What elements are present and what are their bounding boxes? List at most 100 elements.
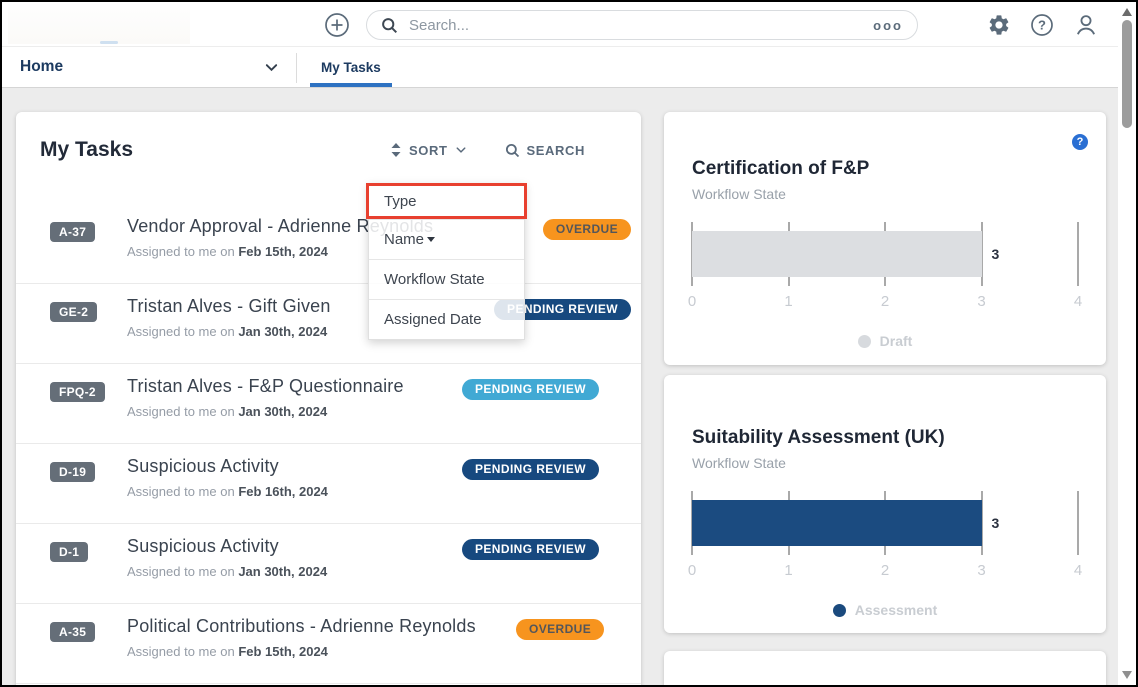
task-list: A-37 Vendor Approval - Adrienne Reynolds… (16, 204, 641, 684)
chart-legend: Assessment (664, 602, 1106, 618)
assigned-date: Feb 16th, 2024 (238, 484, 328, 499)
chart-plot: 3 (692, 491, 1078, 555)
scroll-down-arrow-icon[interactable] (1122, 671, 1132, 679)
bar-chart: 301234Draft (664, 222, 1106, 349)
home-menu[interactable]: Home (2, 47, 296, 87)
panel-controls: SORT SEARCH (384, 141, 591, 159)
task-assigned-line: Assigned to me on Jan 30th, 2024 (127, 404, 404, 419)
search-tasks-button[interactable]: SEARCH (499, 142, 592, 159)
navbar: Home My Tasks (2, 47, 1118, 88)
legend-dot (858, 335, 871, 348)
axis-tick (1077, 222, 1079, 286)
task-assigned-line: Assigned to me on Jan 30th, 2024 (127, 564, 327, 579)
task-assigned-line: Assigned to me on Jan 30th, 2024 (127, 324, 331, 339)
task-row[interactable]: A-35 Political Contributions - Adrienne … (16, 604, 641, 684)
task-row[interactable]: D-1 Suspicious Activity Assigned to me o… (16, 524, 641, 604)
task-row[interactable]: FPQ-2 Tristan Alves - F&P Questionnaire … (16, 364, 641, 444)
sort-menu-item-assigned-date[interactable]: Assigned Date (369, 299, 524, 339)
menu-item-label: Name (384, 231, 424, 248)
assigned-date: Feb 15th, 2024 (238, 644, 328, 659)
axis-tick-label: 3 (977, 293, 985, 310)
task-main: Tristan Alves - F&P Questionnaire Assign… (127, 376, 404, 419)
scroll-up-arrow-icon[interactable] (1122, 8, 1132, 16)
chevron-down-icon (455, 144, 467, 156)
status-badge: OVERDUE (516, 619, 604, 640)
help-badge-icon[interactable]: ? (1072, 134, 1088, 150)
task-title[interactable]: Suspicious Activity (127, 456, 328, 477)
sort-menu-item-workflow-state[interactable]: Workflow State (369, 259, 524, 299)
tab-label: My Tasks (321, 60, 381, 75)
scrollbar-thumb[interactable] (1122, 20, 1132, 128)
panel-header: My Tasks SORT SEARCH (16, 112, 641, 162)
bar-value-label: 3 (992, 515, 1000, 531)
status-badge: PENDING REVIEW (462, 539, 599, 560)
task-id-badge: A-35 (50, 622, 95, 642)
axis-tick-label: 2 (881, 562, 889, 579)
chart-title: Certification of F&P (692, 158, 1078, 180)
menu-item-label: Type (384, 193, 417, 210)
chart-card-certification: ? Certification of F&P Workflow State 30… (664, 112, 1106, 365)
sort-menu-item-name[interactable]: Name (369, 219, 524, 259)
sort-arrows-icon (390, 142, 402, 158)
axis-tick (1077, 491, 1079, 555)
sort-menu-item-type[interactable]: Type (366, 183, 527, 219)
legend-item-assessment[interactable]: Assessment (833, 602, 938, 618)
task-row[interactable]: GE-2 Tristan Alves - Gift Given Assigned… (16, 284, 641, 364)
sort-menu: Type Name Workflow StateAssigned Date (368, 183, 525, 340)
task-main: Suspicious Activity Assigned to me on Fe… (127, 456, 328, 499)
assigned-date: Jan 30th, 2024 (238, 324, 327, 339)
status-badge: PENDING REVIEW (462, 459, 599, 480)
assigned-date: Feb 15th, 2024 (238, 244, 328, 259)
search-input[interactable] (407, 16, 873, 35)
panel-title: My Tasks (40, 138, 133, 162)
nav-divider (296, 53, 297, 83)
search-icon (505, 143, 520, 158)
bar-assessment[interactable] (692, 500, 982, 546)
topbar: ooo ? (2, 2, 1118, 47)
bar-draft[interactable] (692, 231, 982, 277)
task-assigned-line: Assigned to me on Feb 16th, 2024 (127, 484, 328, 499)
legend-item-draft[interactable]: Draft (858, 333, 913, 349)
task-id-badge: A-37 (50, 222, 95, 242)
task-title[interactable]: Political Contributions - Adrienne Reyno… (127, 616, 476, 637)
task-title[interactable]: Suspicious Activity (127, 536, 327, 557)
settings-button[interactable] (986, 13, 1012, 39)
profile-button[interactable] (1072, 12, 1099, 39)
my-tasks-panel: My Tasks SORT SEARCH A-37 Vendor Approva… (16, 112, 641, 685)
chart-legend: Draft (664, 333, 1106, 349)
axis-tick-label: 1 (784, 293, 792, 310)
task-row[interactable]: D-19 Suspicious Activity Assigned to me … (16, 444, 641, 524)
assigned-date: Jan 30th, 2024 (238, 564, 327, 579)
chart-subtitle: Workflow State (692, 186, 1078, 202)
task-id-badge: D-19 (50, 462, 95, 482)
axis-tick-labels: 01234 (692, 562, 1078, 580)
gear-icon (987, 13, 1011, 37)
more-options-icon[interactable]: ooo (873, 18, 903, 33)
create-button[interactable] (324, 12, 350, 38)
assigned-prefix: Assigned to me on (127, 484, 235, 499)
logo-accent (100, 41, 118, 44)
task-title[interactable]: Tristan Alves - F&P Questionnaire (127, 376, 404, 397)
chart-title: Suitability Assessment (UK) (692, 427, 1078, 449)
scrollbar[interactable] (1118, 2, 1136, 685)
logo-area[interactable] (8, 4, 190, 44)
axis-tick-label: 1 (784, 562, 792, 579)
legend-label: Assessment (855, 602, 938, 618)
tab-my-tasks[interactable]: My Tasks (310, 47, 392, 87)
task-title[interactable]: Tristan Alves - Gift Given (127, 296, 331, 317)
app-window: ooo ? Home My Tasks My Tasks (0, 0, 1138, 687)
task-main: Political Contributions - Adrienne Reyno… (127, 616, 476, 659)
axis-tick-label: 4 (1074, 562, 1082, 579)
assigned-date: Jan 30th, 2024 (238, 404, 327, 419)
caret-down-icon (427, 237, 435, 242)
chevron-down-icon (264, 60, 279, 75)
help-circle-icon: ? (1030, 13, 1054, 37)
help-button[interactable]: ? (1029, 13, 1055, 39)
sort-button[interactable]: SORT (384, 141, 473, 159)
global-search[interactable]: ooo (366, 10, 918, 40)
axis-tick-label: 2 (881, 293, 889, 310)
content-area: My Tasks SORT SEARCH A-37 Vendor Approva… (2, 88, 1118, 685)
search-icon (381, 17, 398, 34)
task-row[interactable]: A-37 Vendor Approval - Adrienne Reynolds… (16, 204, 641, 284)
sort-label: SORT (409, 143, 448, 158)
